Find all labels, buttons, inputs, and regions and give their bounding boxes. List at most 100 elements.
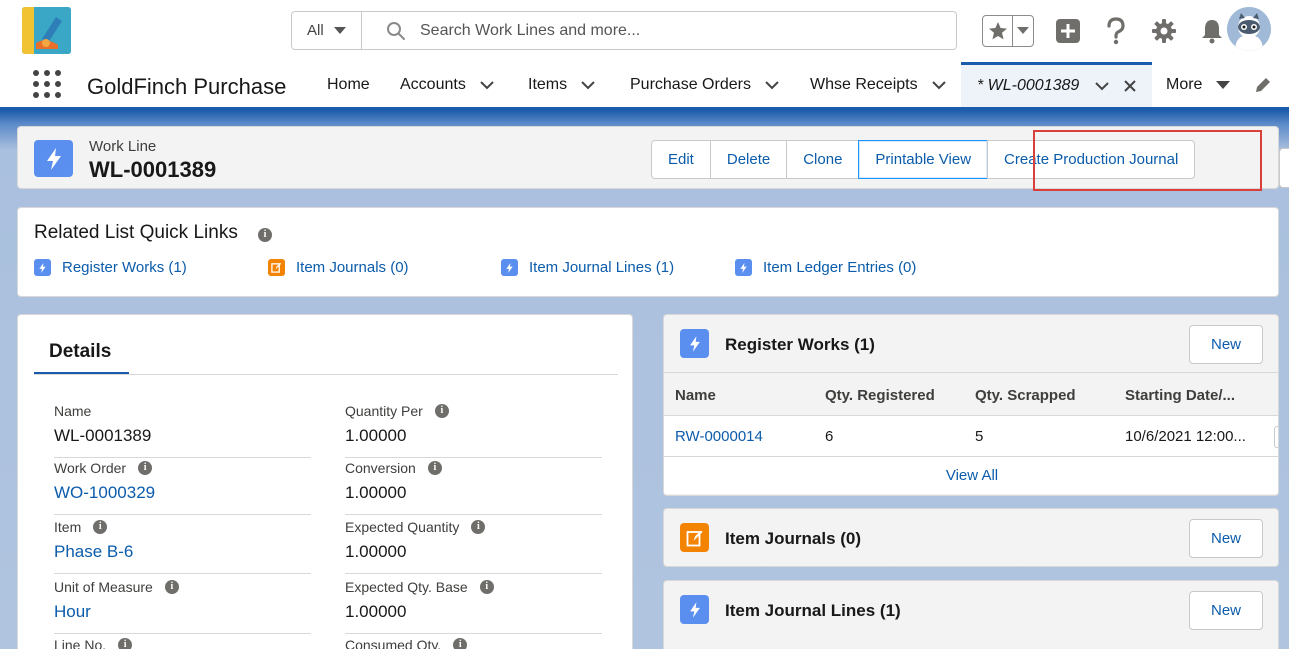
field-label-text: Expected Qty. Base (345, 579, 468, 595)
work-order-link[interactable]: WO-1000329 (54, 483, 311, 503)
nav-item-label: Home (327, 75, 370, 93)
search-input[interactable] (420, 21, 940, 40)
nav-item-label: Items (528, 75, 568, 93)
field-label: Line No. i (54, 637, 311, 649)
column-header-qty-scrapped[interactable]: Qty. Scrapped (975, 387, 1076, 404)
info-icon[interactable]: i (453, 638, 468, 649)
lightning-icon (735, 259, 752, 276)
field-conversion: Conversion i 1.00000 (345, 460, 602, 515)
table-cell: 6 (825, 428, 834, 445)
field-line-no: Line No. i (54, 637, 311, 649)
chevron-down-icon[interactable] (581, 78, 595, 92)
info-icon[interactable]: i (138, 461, 153, 475)
favorites-star-icon[interactable] (983, 16, 1013, 46)
printable-view-button[interactable]: Printable View (858, 140, 989, 179)
field-label-text: Name (54, 403, 92, 419)
quick-link-item-ledger-entries[interactable]: Item Ledger Entries (0) (735, 259, 916, 276)
info-icon[interactable]: i (164, 580, 179, 594)
field-work-order: Work Order i WO-1000329 (54, 460, 311, 515)
column-header-starting-date[interactable]: Starting Date/... (1125, 387, 1235, 404)
info-icon[interactable]: i (258, 228, 272, 242)
related-list-register-works: Register Works (1) New Name Qty. Registe… (663, 314, 1279, 496)
field-label-text: Work Order (54, 460, 127, 476)
app-launcher-icon[interactable] (33, 70, 61, 98)
field-value: WL-0001389 (54, 426, 152, 445)
tab-details[interactable]: Details (34, 341, 129, 375)
favorites-button-group (982, 15, 1034, 47)
new-register-work-button[interactable]: New (1189, 325, 1263, 364)
info-icon[interactable]: i (434, 404, 449, 418)
edit-button[interactable]: Edit (651, 140, 711, 179)
nav-more-menu[interactable]: More (1166, 62, 1231, 107)
edit-nav-pencil-icon[interactable] (1254, 76, 1272, 94)
info-icon[interactable]: i (118, 638, 133, 649)
notifications-bell-icon[interactable] (1198, 17, 1226, 45)
view-all-link[interactable]: View All (664, 456, 1278, 494)
field-label-text: Consumed Qty. (345, 637, 442, 649)
field-label: Quantity Per i (345, 403, 602, 419)
quick-link-label: Register Works (1) (62, 259, 187, 276)
chevron-down-icon[interactable] (1095, 79, 1110, 93)
divider (34, 374, 618, 375)
new-item-journal-line-button[interactable]: New (1189, 591, 1263, 630)
info-icon[interactable]: i (479, 580, 494, 594)
field-label: Consumed Qty. i (345, 637, 602, 649)
related-list-title[interactable]: Item Journal Lines (1) (725, 601, 901, 621)
field-label: Item i (54, 519, 311, 535)
nav-item-label: Whse Receipts (810, 75, 918, 93)
setup-gear-icon[interactable] (1150, 17, 1178, 45)
nav-item-purchase-orders[interactable]: Purchase Orders (630, 62, 779, 107)
chevron-down-icon[interactable] (765, 78, 779, 92)
journal-edit-icon (268, 259, 285, 276)
info-icon[interactable]: i (471, 520, 486, 534)
nav-item-whse-receipts[interactable]: Whse Receipts (810, 62, 946, 107)
app-logo[interactable] (22, 7, 71, 54)
nav-item-accounts[interactable]: Accounts (400, 62, 494, 107)
register-work-link[interactable]: RW-0000014 (675, 428, 763, 445)
search-scope-label: All (307, 22, 324, 39)
info-icon[interactable]: i (93, 520, 108, 534)
field-quantity-per: Quantity Per i 1.00000 (345, 403, 602, 458)
quick-link-item-journals[interactable]: Item Journals (0) (268, 259, 409, 276)
record-type-label: Work Line (89, 138, 157, 155)
nav-more-label: More (1166, 75, 1203, 93)
delete-button[interactable]: Delete (709, 140, 788, 179)
favorites-list-chevron-icon[interactable] (1013, 27, 1033, 35)
related-list-title[interactable]: Item Journals (0) (725, 529, 861, 549)
nav-item-home[interactable]: Home (327, 62, 370, 107)
field-expected-qty-base: Expected Qty. Base i 1.00000 (345, 579, 602, 634)
quick-link-item-journal-lines[interactable]: Item Journal Lines (1) (501, 259, 674, 276)
related-list-title[interactable]: Register Works (1) (725, 335, 875, 355)
tab-work-line-record[interactable]: * WL-0001389 (961, 62, 1152, 107)
create-production-journal-button[interactable]: Create Production Journal (987, 140, 1196, 179)
chevron-down-icon[interactable] (480, 78, 494, 92)
user-avatar[interactable] (1227, 7, 1271, 51)
unit-of-measure-link[interactable]: Hour (54, 602, 311, 622)
field-label: Unit of Measure i (54, 579, 311, 595)
column-header-qty-registered[interactable]: Qty. Registered (825, 387, 935, 404)
field-value: 1.00000 (345, 426, 407, 445)
utility-panel-edge[interactable] (1279, 148, 1289, 188)
details-card: Details Name WL-0001389 Work Order i WO-1… (17, 314, 633, 649)
tab-label: Details (49, 341, 112, 362)
item-link[interactable]: Phase B-6 (54, 542, 311, 562)
help-icon[interactable] (1102, 17, 1130, 45)
global-add-icon[interactable] (1054, 17, 1082, 45)
info-icon[interactable]: i (427, 461, 442, 475)
column-header-name[interactable]: Name (675, 387, 716, 404)
field-label: Expected Qty. Base i (345, 579, 602, 595)
nav-item-items[interactable]: Items (528, 62, 595, 107)
field-item: Item i Phase B-6 (54, 519, 311, 574)
chevron-down-icon (333, 27, 346, 34)
field-value: 1.00000 (345, 602, 407, 621)
search-scope-select[interactable]: All (292, 12, 362, 49)
new-item-journal-button[interactable]: New (1189, 519, 1263, 558)
global-header: All (0, 0, 1289, 62)
quick-link-register-works[interactable]: Register Works (1) (34, 259, 187, 276)
nav-item-label: Purchase Orders (630, 75, 751, 93)
chevron-down-icon[interactable] (931, 78, 946, 92)
clone-button[interactable]: Clone (786, 140, 860, 179)
lightning-icon (680, 329, 709, 358)
close-icon[interactable] (1123, 79, 1137, 93)
row-action-menu[interactable] (1274, 426, 1278, 448)
